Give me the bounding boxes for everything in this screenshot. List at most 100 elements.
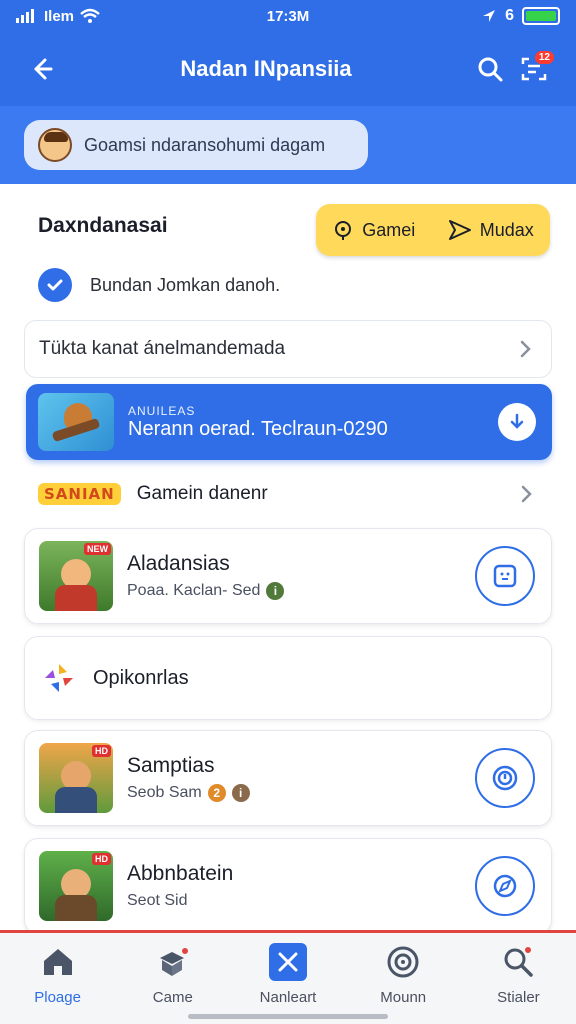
nav-item-home[interactable]: Ploage — [0, 933, 115, 1024]
thumb-badge: HD — [92, 853, 111, 865]
optionals-label: Opikonrlas — [93, 666, 189, 689]
home-icon — [39, 943, 77, 981]
info-icon: i — [231, 784, 250, 802]
card-action-button[interactable] — [475, 856, 535, 916]
send-icon — [448, 220, 471, 240]
game-thumbnail: HD — [39, 743, 113, 813]
sync-icon: 6 — [505, 7, 514, 24]
thumb-body — [55, 787, 97, 813]
info-icon: i — [266, 582, 285, 600]
promo-small-text: ANUILEAS — [128, 403, 196, 418]
card-text: Aladansias Poaa. Kaclan- Sed i — [113, 552, 475, 600]
promo-banner[interactable]: ANUILEAS Nerann oerad. Teclraun-0290 — [26, 384, 552, 460]
thumb-body — [55, 895, 97, 921]
chip-mudax[interactable]: Mudax — [448, 219, 534, 241]
home-indicator[interactable] — [188, 1014, 388, 1019]
app-bar: Nadan INpansiia 12 — [0, 32, 576, 106]
page-title: Nadan INpansiia — [180, 56, 352, 81]
gamein-logo: SANIAN — [38, 483, 121, 505]
bottom-nav: Ploage Came Nanleart Mounn Stialer — [0, 930, 576, 1024]
signal-icon — [16, 9, 34, 23]
color-wheel-icon — [45, 664, 73, 692]
card-action-button[interactable] — [475, 546, 535, 606]
nav-item-search[interactable]: Stialer — [461, 933, 576, 1024]
nav-label: Came — [152, 989, 193, 1006]
thumb-body — [55, 585, 97, 611]
card-title: Aladansias — [127, 552, 230, 575]
verified-text: Bundan Jomkan danoh. — [90, 274, 281, 295]
nav-label: Ploage — [34, 989, 81, 1006]
nav-label: Stialer — [497, 989, 540, 1006]
search-text: Goamsi ndaransohumi dagam — [84, 134, 326, 155]
coin-icon: 2 — [207, 784, 226, 802]
back-arrow-icon — [34, 58, 53, 80]
download-icon — [510, 413, 524, 429]
battery-icon — [522, 7, 560, 25]
card-title: Abbnbatein — [127, 862, 234, 885]
game-thumbnail: HD — [39, 851, 113, 921]
promo-main-text: Nerann oerad. Teclraun-0290 — [128, 417, 388, 440]
app-frame-icon — [493, 564, 517, 588]
chip-left-label: Gamei — [362, 219, 416, 240]
status-right: 6 — [360, 7, 560, 25]
compass-icon — [493, 874, 517, 898]
chevron-right-icon — [520, 340, 531, 358]
chip-right-label: Mudax — [479, 219, 534, 240]
gamein-row[interactable]: SANIAN Gamein danenr — [24, 472, 552, 516]
game-mode-chip[interactable]: Gamei Mudax — [316, 204, 550, 256]
notification-badge: 12 — [534, 51, 554, 64]
card-subtitle-text: Seot Sid — [127, 892, 188, 909]
target-icon — [492, 765, 518, 791]
search-icon — [478, 57, 503, 82]
card-subtitle: Poaa. Kaclan- Sed i — [127, 582, 475, 600]
tools-icon — [269, 943, 307, 981]
back-button[interactable] — [20, 47, 64, 91]
link-row-label: Tükta kanat ánelmandemada — [39, 338, 286, 359]
game-thumbnail: NEW — [39, 541, 113, 611]
link-row[interactable]: Tükta kanat ánelmandemada — [24, 320, 552, 378]
status-bar: Ilem 17:3M 6 — [0, 0, 576, 32]
card-text: Abbnbatein Seot Sid — [113, 862, 475, 910]
wifi-icon — [80, 8, 100, 23]
status-left: Ilem — [16, 8, 216, 25]
game-icon — [154, 943, 192, 981]
location-icon — [483, 10, 496, 22]
search-area: Goamsi ndaransohumi dagam — [0, 106, 576, 184]
avatar[interactable] — [38, 128, 72, 162]
nav-label: Mounn — [380, 989, 427, 1006]
game-card[interactable]: HD Samptias Seob Sam 2 i — [24, 730, 552, 826]
card-action-button[interactable] — [475, 748, 535, 808]
promo-thumbnail — [38, 393, 114, 451]
scan-button[interactable]: 12 — [512, 47, 556, 91]
gamein-label: Gamein danenr — [136, 483, 268, 504]
search-alert-icon — [499, 943, 537, 981]
nav-item-game[interactable]: Came — [115, 933, 230, 1024]
game-card[interactable]: NEW Aladansias Poaa. Kaclan- Sed i — [24, 528, 552, 624]
globe-icon — [384, 943, 422, 981]
card-subtitle-text: Seob Sam — [127, 784, 202, 801]
verified-icon — [38, 268, 72, 302]
verified-row: Bundan Jomkan danoh. — [38, 268, 280, 302]
card-subtitle: Seob Sam 2 i — [127, 784, 475, 802]
thumb-badge: HD — [92, 745, 111, 757]
thumb-badge: NEW — [84, 543, 111, 555]
search-button[interactable] — [468, 47, 512, 91]
download-button[interactable] — [498, 403, 536, 441]
search-input[interactable]: Goamsi ndaransohumi dagam — [24, 120, 368, 170]
carrier-name: Ilem — [44, 7, 75, 25]
promo-text: ANUILEAS Nerann oerad. Teclraun-0290 — [114, 404, 498, 441]
nav-label: Nanleart — [259, 989, 317, 1006]
card-subtitle: Seot Sid — [127, 892, 475, 910]
optionals-card[interactable]: Opikonrlas — [24, 636, 552, 720]
chevron-right-icon — [521, 485, 532, 503]
card-title: Samptias — [127, 754, 215, 777]
card-text: Samptias Seob Sam 2 i — [113, 754, 475, 802]
status-time: 17:3M — [266, 7, 310, 25]
chip-gamei[interactable]: Gamei — [332, 219, 415, 241]
pin-icon — [335, 221, 352, 240]
nav-item-tools[interactable]: Nanleart — [230, 933, 345, 1024]
card-subtitle-text: Poaa. Kaclan- Sed — [127, 582, 261, 599]
main-content: Daxndanasai Gamei Mudax Bundan Jomkan da… — [0, 184, 576, 934]
nav-item-globe[interactable]: Mounn — [346, 933, 461, 1024]
game-card[interactable]: HD Abbnbatein Seot Sid — [24, 838, 552, 934]
